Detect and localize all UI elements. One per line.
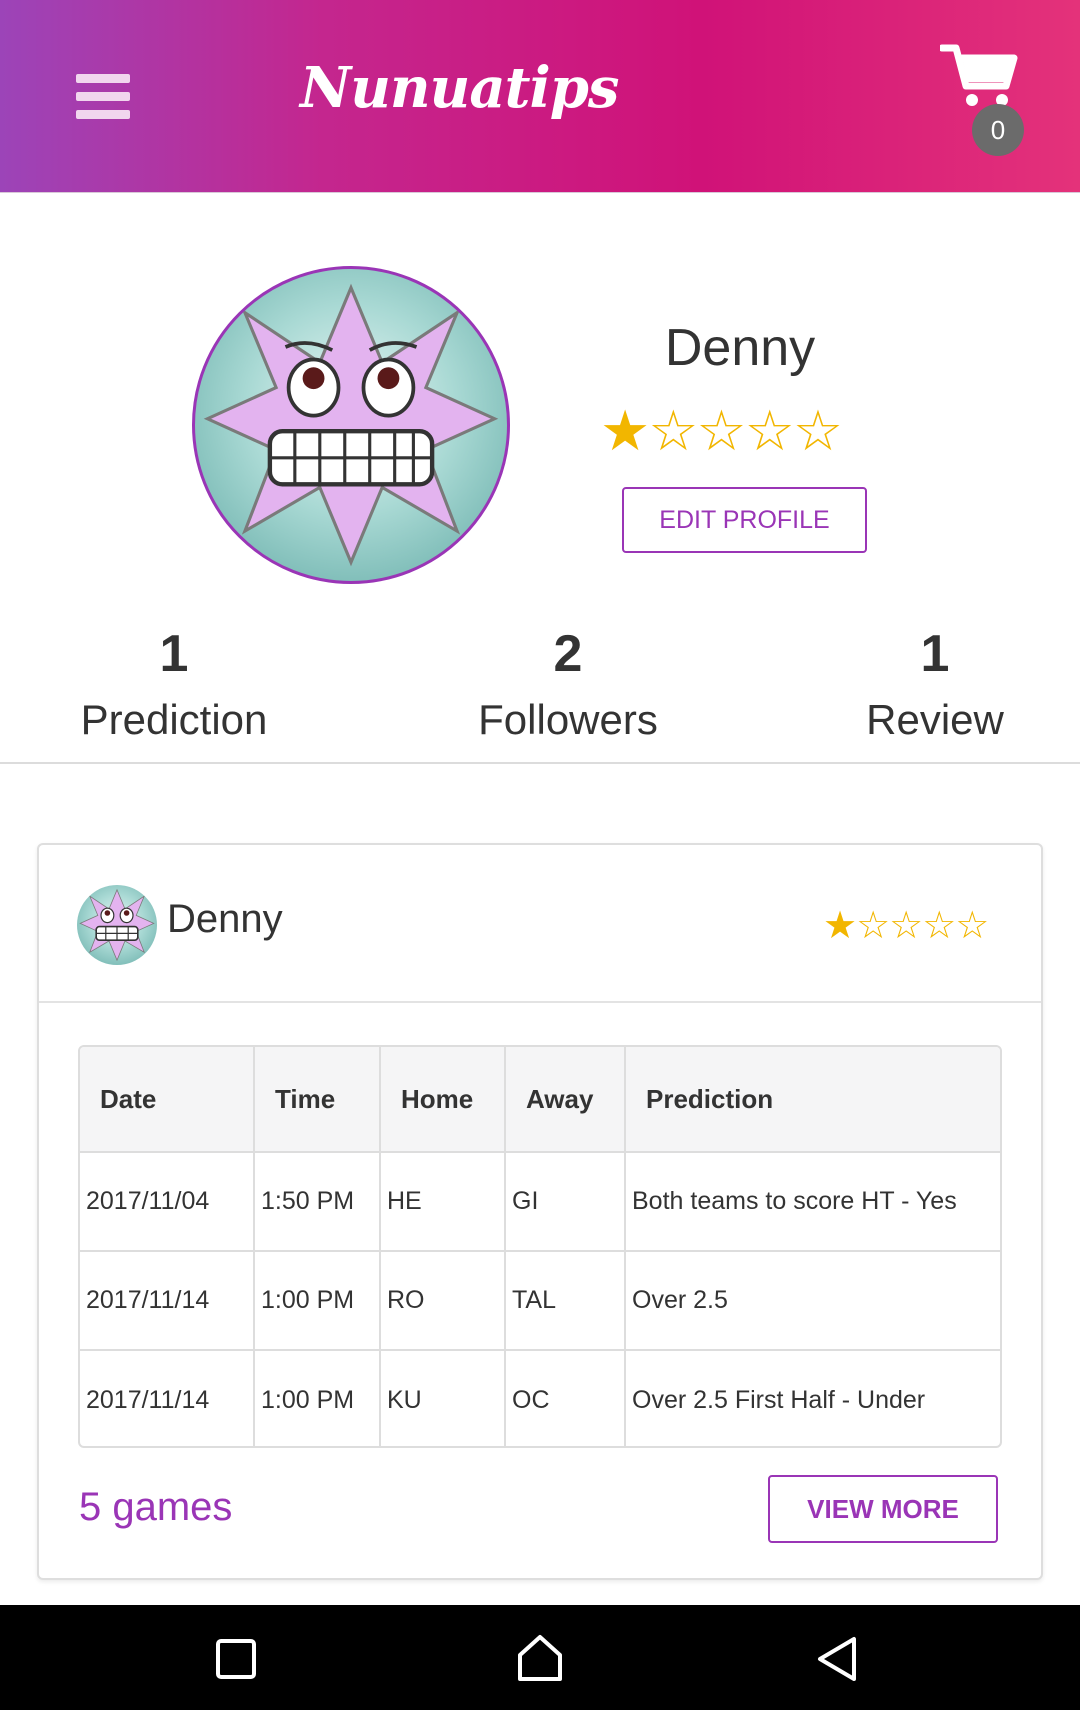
column-header-time: Time [254, 1047, 381, 1152]
stat-predictions-label: Prediction [80, 696, 268, 743]
cell-date: 2017/11/04 [80, 1152, 255, 1251]
card-user-name[interactable]: Denny [167, 897, 283, 942]
stat-predictions[interactable]: 1 Prediction [60, 624, 288, 748]
cell-away: TAL [505, 1251, 626, 1350]
app-header: Nunuatips 0 [0, 0, 1080, 193]
shopping-cart-icon[interactable] [938, 42, 1020, 112]
section-divider [0, 762, 1080, 764]
column-header-date: Date [80, 1047, 255, 1152]
home-icon[interactable] [512, 1633, 568, 1685]
cell-time: 1:00 PM [254, 1350, 381, 1446]
games-count: 5 games [79, 1485, 233, 1529]
view-more-button[interactable]: VIEW MORE [768, 1475, 998, 1543]
cell-away: GI [505, 1152, 626, 1251]
cell-prediction: Both teams to score HT - Yes [632, 1187, 957, 1215]
cell-prediction: Over 2.5 First Half - Under [632, 1385, 926, 1414]
stat-followers-label: Followers [478, 696, 658, 743]
card-header: Denny ★☆☆☆☆ [39, 845, 1041, 1003]
cell-date: 2017/11/14 [80, 1350, 255, 1446]
stat-reviews[interactable]: 1 Review [850, 624, 1020, 748]
stat-reviews-value: 1 [920, 625, 950, 683]
table-header-row: Date Time Home Away Prediction [80, 1047, 1000, 1152]
app-brand-logo: Nunuatips [300, 55, 619, 121]
predictions-table: Date Time Home Away Prediction 2017/11/0… [78, 1045, 1002, 1448]
column-header-home: Home [380, 1047, 506, 1152]
cell-home: HE [380, 1152, 506, 1251]
prediction-card: Denny ★☆☆☆☆ Date Time Home Away Predicti… [37, 843, 1043, 1580]
recent-apps-icon[interactable] [208, 1633, 264, 1685]
cart-count-badge: 0 [972, 104, 1024, 156]
column-header-prediction: Prediction [646, 1083, 774, 1114]
stat-followers[interactable]: 2 Followers [460, 624, 676, 748]
stat-followers-value: 2 [553, 625, 583, 683]
profile-name: Denny [664, 319, 816, 377]
stat-predictions-value: 1 [159, 625, 189, 683]
profile-rating-stars: ★☆☆☆☆ [600, 399, 843, 462]
hamburger-menu-icon[interactable] [76, 72, 130, 120]
cell-time: 1:50 PM [254, 1152, 381, 1251]
stat-reviews-label: Review [866, 696, 1004, 743]
cell-home: KU [380, 1350, 506, 1446]
profile-avatar[interactable] [192, 266, 510, 584]
column-header-away: Away [505, 1047, 626, 1152]
table-row: 2017/11/04 1:50 PM HE GI Both teams to s… [80, 1152, 1000, 1251]
cell-away: OC [505, 1350, 626, 1446]
card-rating-stars: ★☆☆☆☆ [823, 905, 989, 947]
table-row: 2017/11/14 1:00 PM KU OC Over 2.5 First … [80, 1350, 1000, 1446]
table-row: 2017/11/14 1:00 PM RO TAL Over 2.5 [80, 1251, 1000, 1350]
cell-date: 2017/11/14 [80, 1251, 255, 1350]
cell-prediction: Over 2.5 [632, 1286, 728, 1314]
cell-home: RO [380, 1251, 506, 1350]
back-icon[interactable] [812, 1633, 868, 1685]
system-navigation-bar [0, 1605, 1080, 1710]
edit-profile-button[interactable]: EDIT PROFILE [622, 487, 867, 553]
card-user-avatar[interactable] [77, 885, 157, 965]
cell-time: 1:00 PM [254, 1251, 381, 1350]
